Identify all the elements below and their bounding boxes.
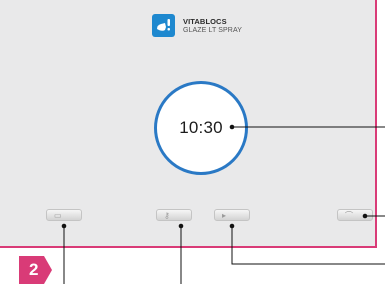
callout-lines xyxy=(61,124,385,284)
step-number: 2 xyxy=(29,260,39,279)
middle-button-callout-line xyxy=(231,226,385,265)
